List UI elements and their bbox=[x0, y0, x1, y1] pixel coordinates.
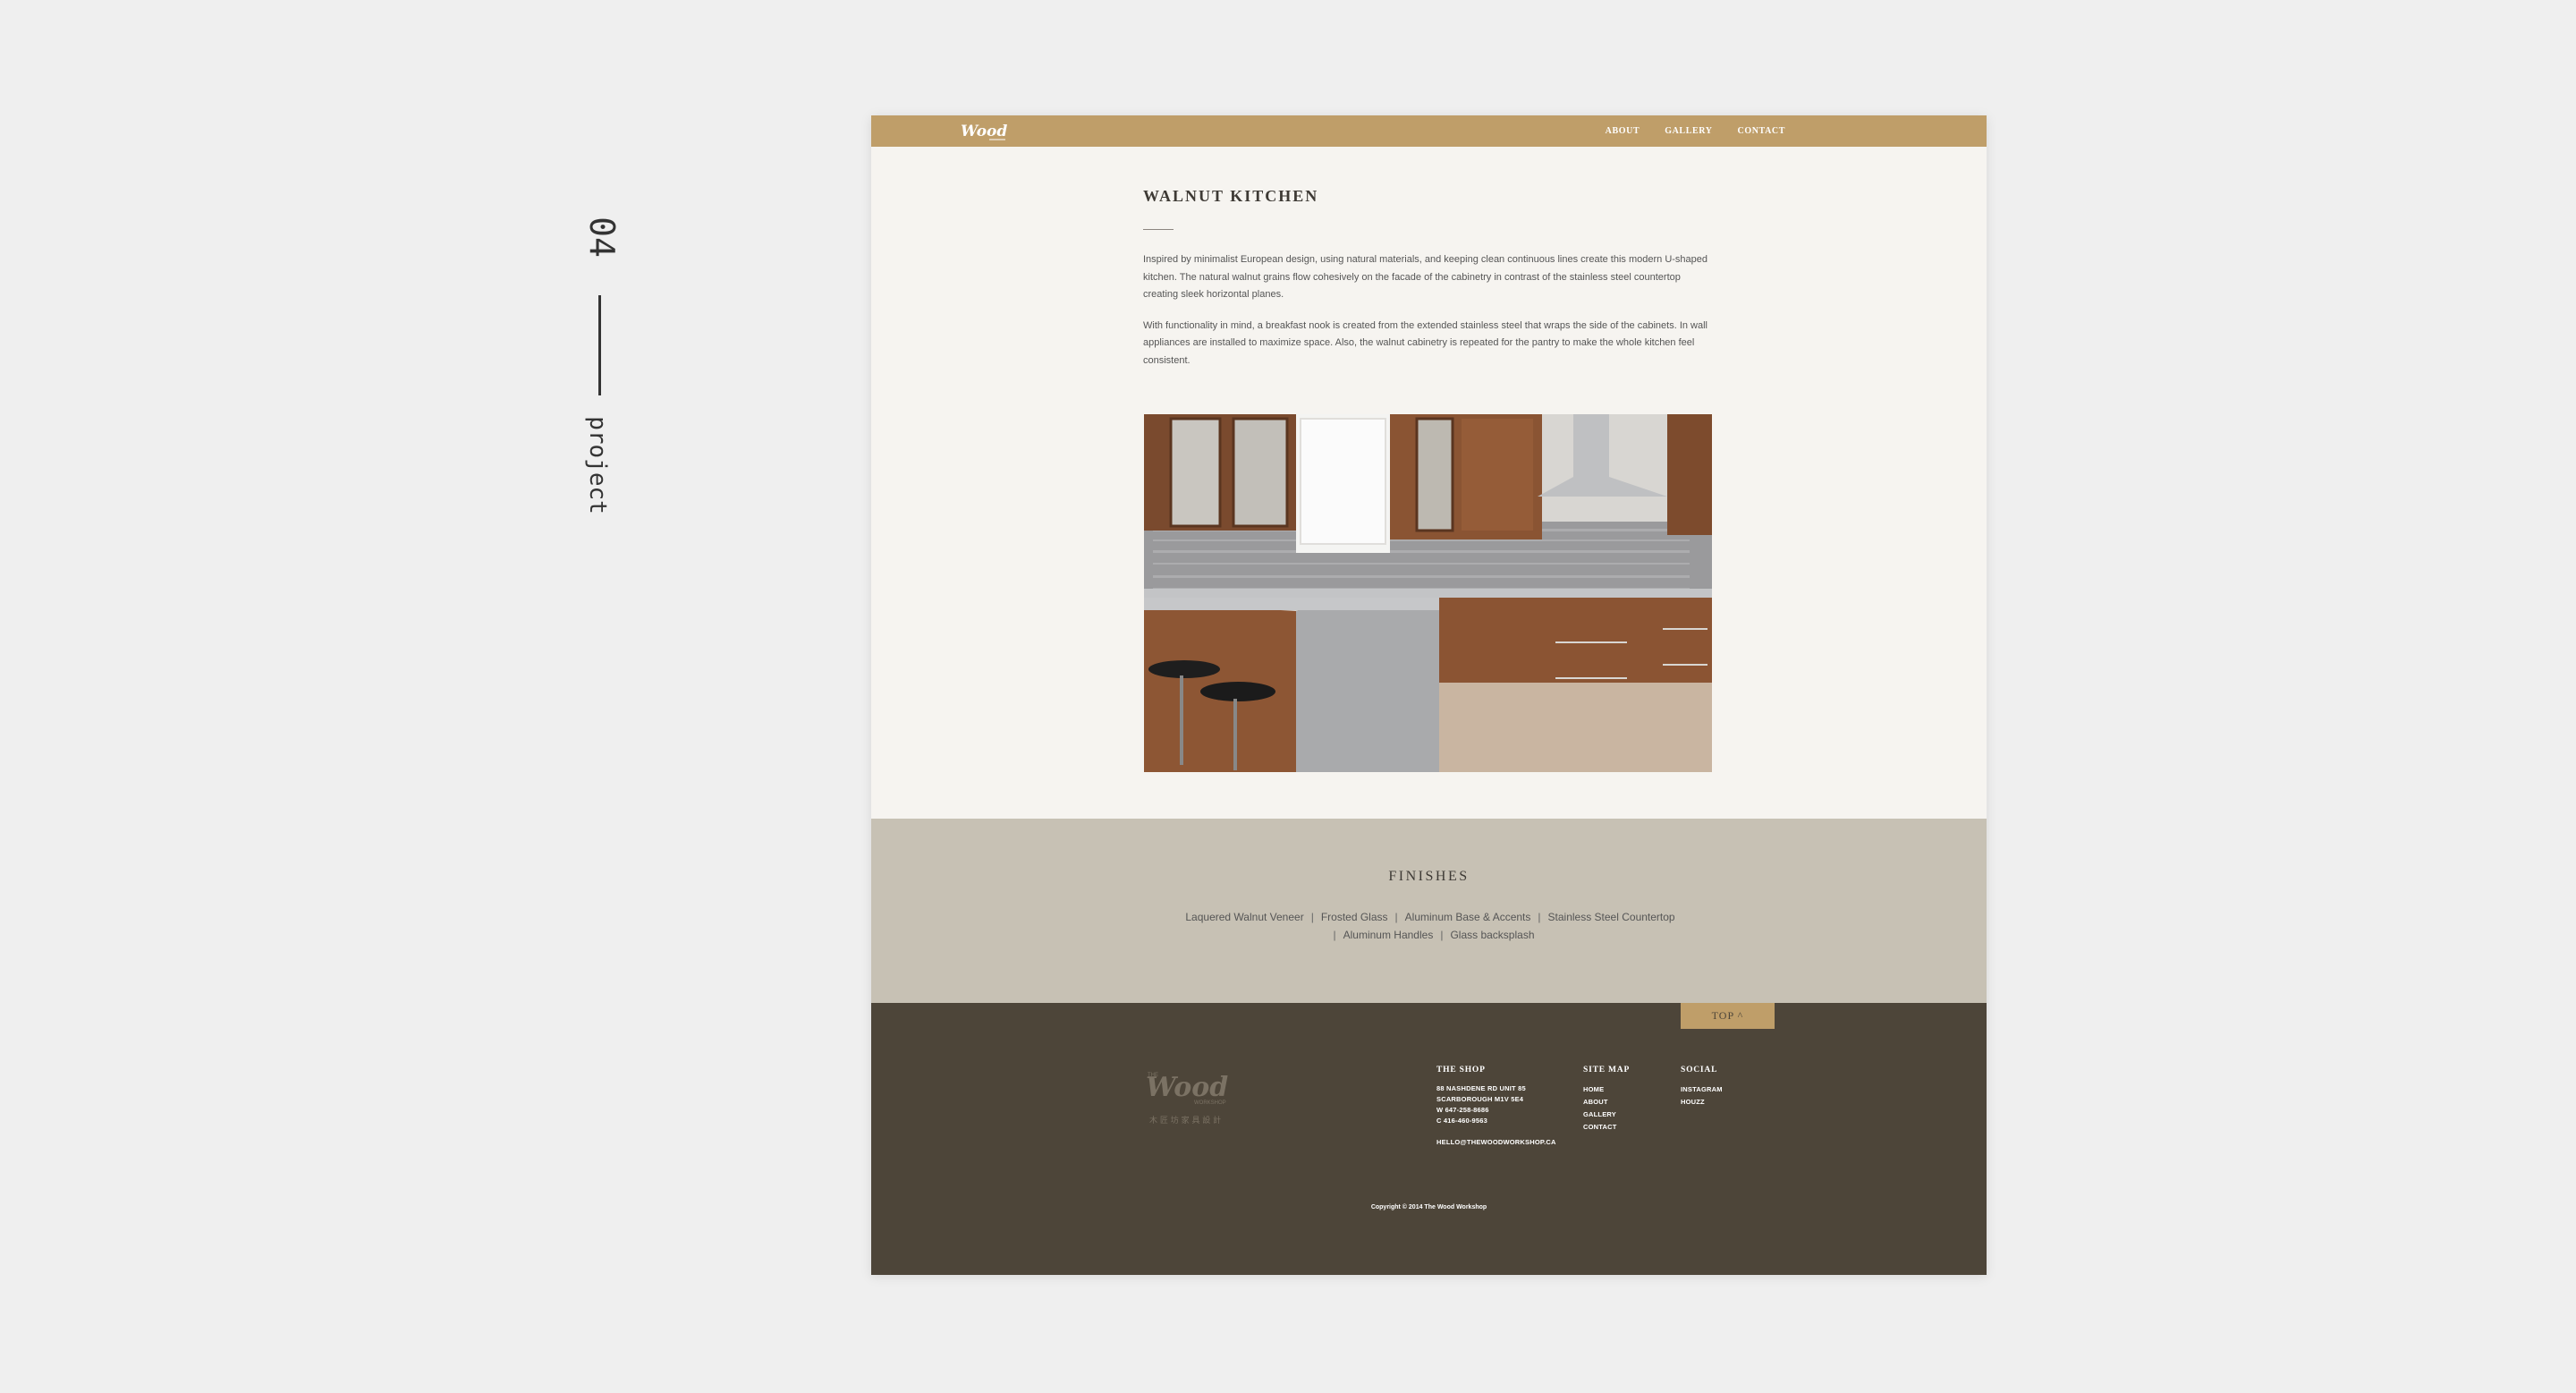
finish-item: Glass backsplash bbox=[1450, 929, 1535, 941]
svg-text:WORKSHOP: WORKSHOP bbox=[1194, 1100, 1226, 1106]
social-link-houzz[interactable]: HOUZZ bbox=[1681, 1096, 1723, 1108]
website-frame: Wood ABOUT GALLERY CONTACT WALNUT KITCHE… bbox=[871, 115, 1987, 1275]
shop-phone-cell: C 416-460-9563 bbox=[1436, 1117, 1488, 1125]
footer-sitemap-column: SITE MAP HOME ABOUT GALLERY CONTACT bbox=[1583, 1066, 1630, 1134]
finish-separator: | bbox=[1310, 911, 1314, 923]
sitemap-link-contact[interactable]: CONTACT bbox=[1583, 1121, 1630, 1134]
footer-logo: THE Wood WORKSHOP 木 匠 坊 家 具 設 計 bbox=[1144, 1064, 1238, 1131]
project-content: WALNUT KITCHEN Inspired by minimalist Eu… bbox=[1143, 187, 1712, 383]
sitemap-link-gallery[interactable]: GALLERY bbox=[1583, 1108, 1630, 1121]
project-title: WALNUT KITCHEN bbox=[1143, 187, 1319, 205]
shop-address-line: 88 NASHDENE RD UNIT 85 bbox=[1436, 1084, 1526, 1092]
footer-shop-heading: THE SHOP bbox=[1436, 1066, 1486, 1074]
side-label: 04 project bbox=[572, 215, 626, 537]
sitemap-link-about[interactable]: ABOUT bbox=[1583, 1096, 1630, 1108]
description-paragraph: With functionality in mind, a breakfast … bbox=[1143, 319, 1707, 366]
finish-item: Aluminum Handles bbox=[1343, 929, 1434, 941]
finish-separator: | bbox=[1538, 911, 1541, 923]
footer-social-column: SOCIAL INSTAGRAM HOUZZ bbox=[1681, 1066, 1723, 1108]
finish-separator: | bbox=[1333, 929, 1336, 941]
nav-links: ABOUT GALLERY CONTACT bbox=[1606, 115, 1785, 147]
sitemap-link-home[interactable]: HOME bbox=[1583, 1083, 1630, 1096]
wood-logo[interactable]: Wood bbox=[957, 119, 1011, 144]
svg-text:Wood: Wood bbox=[961, 123, 1007, 140]
finishes-section: FINISHES Laquered Walnut Veneer | Frosted … bbox=[871, 819, 1987, 1003]
title-rule bbox=[1143, 229, 1174, 230]
finish-separator: | bbox=[1394, 911, 1398, 923]
top-navigation: Wood ABOUT GALLERY CONTACT bbox=[871, 115, 1987, 147]
nav-link-about[interactable]: ABOUT bbox=[1606, 126, 1640, 136]
nav-link-gallery[interactable]: GALLERY bbox=[1665, 126, 1712, 136]
shop-phone-work: W 647-258-8686 bbox=[1436, 1106, 1489, 1114]
finish-separator: | bbox=[1440, 929, 1444, 941]
social-link-instagram[interactable]: INSTAGRAM bbox=[1681, 1083, 1723, 1096]
svg-text:Wood: Wood bbox=[1146, 1072, 1228, 1103]
footer-sitemap-heading: SITE MAP bbox=[1583, 1066, 1631, 1074]
side-divider bbox=[598, 295, 601, 395]
nav-link-contact[interactable]: CONTACT bbox=[1738, 126, 1785, 136]
back-to-top-button[interactable]: TOP ^ bbox=[1681, 1003, 1775, 1029]
footer-shop-column: THE SHOP 88 NASHDENE RD UNIT 85 SCARBORO… bbox=[1436, 1066, 1556, 1148]
finish-item: Stainless Steel Countertop bbox=[1547, 911, 1675, 923]
finish-item: Aluminum Base & Accents bbox=[1404, 911, 1531, 923]
shop-address-line: SCARBOROUGH M1V 5E4 bbox=[1436, 1095, 1524, 1103]
project-word: project bbox=[584, 416, 611, 514]
site-footer: TOP ^ THE Wood WORKSHOP 木 匠 坊 家 具 設 計 TH… bbox=[871, 1003, 1987, 1275]
svg-text:木 匠 坊 家 具 設 計: 木 匠 坊 家 具 設 計 bbox=[1149, 1115, 1221, 1125]
copyright-text: Copyright © 2014 The Wood Workshop bbox=[1370, 1204, 1487, 1210]
shop-email-link[interactable]: HELLO@THEWOODWORKSHOP.CA bbox=[1436, 1137, 1556, 1148]
footer-social-heading: SOCIAL bbox=[1681, 1066, 1718, 1074]
finishes-list: Laquered Walnut Veneer | Frosted Glass | Alu… bbox=[1162, 908, 1699, 944]
finishes-title: FINISHES bbox=[1388, 869, 1470, 884]
finish-item: Laquered Walnut Veneer bbox=[1185, 911, 1304, 923]
finish-item: Frosted Glass bbox=[1320, 911, 1388, 923]
project-number: 04 bbox=[582, 217, 622, 258]
description-paragraph: Inspired by minimalist European design, … bbox=[1143, 254, 1708, 300]
kitchen-photo[interactable] bbox=[1144, 414, 1712, 772]
